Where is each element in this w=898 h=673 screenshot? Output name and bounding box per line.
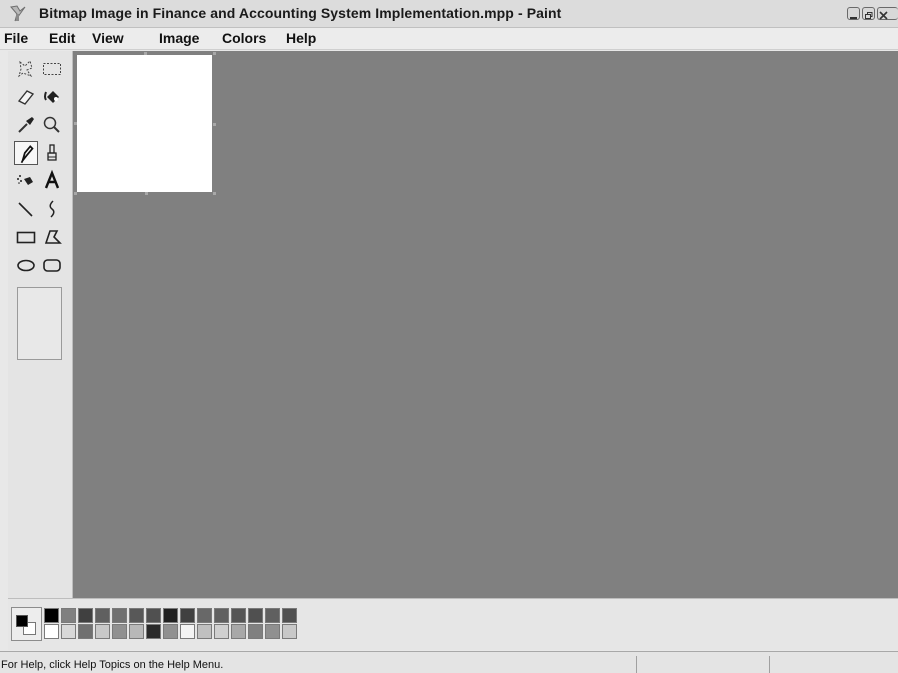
palette-swatch[interactable] [61,608,76,623]
palette-swatch[interactable] [78,624,93,639]
rectangle-select-tool[interactable] [40,57,64,81]
minimize-icon [850,17,857,19]
menu-view[interactable]: View [92,30,124,46]
palette-swatch[interactable] [180,608,195,623]
palette-swatch[interactable] [163,608,178,623]
paint-window: Bitmap Image in Finance and Accounting S… [0,0,898,673]
palette-swatch[interactable] [282,624,297,639]
pick-color-tool[interactable] [14,113,38,137]
eraser-icon [17,90,35,105]
canvas-area[interactable] [73,51,898,598]
palette-swatch[interactable] [265,624,280,639]
ellipse-tool[interactable] [14,253,38,277]
free-form-select-icon [18,60,33,78]
rectangle-icon [16,231,36,244]
palette-swatch[interactable] [231,624,246,639]
foreground-color-swatch[interactable] [16,615,28,627]
eraser-tool[interactable] [14,85,38,109]
palette-swatch[interactable] [214,624,229,639]
curve-tool[interactable] [40,197,64,221]
palette-swatch[interactable] [95,608,110,623]
restore-icon [865,12,873,19]
color-palette [44,608,300,640]
magnifier-icon [43,116,60,133]
paint-icon[interactable] [8,5,28,23]
title-bar[interactable]: Bitmap Image in Finance and Accounting S… [0,0,898,28]
minimize-button[interactable] [847,7,860,20]
resize-handle [213,52,216,55]
palette-swatch[interactable] [112,624,127,639]
brush-tool[interactable] [40,141,64,165]
close-button[interactable] [877,7,898,20]
status-divider [636,656,637,673]
status-bar: For Help, click Help Topics on the Help … [0,651,898,673]
palette-swatch[interactable] [112,608,127,623]
resize-handle [74,122,77,125]
line-icon [18,202,33,217]
palette-swatch[interactable] [265,608,280,623]
palette-swatch[interactable] [44,624,59,639]
resize-handle [74,192,77,195]
tool-options-box[interactable] [17,287,62,360]
eyedropper-icon [18,117,34,133]
menu-bar: File Edit View Image Colors Help [0,28,898,50]
palette-swatch[interactable] [44,608,59,623]
free-form-select-tool[interactable] [14,57,38,81]
resize-handle-right[interactable] [213,123,216,126]
fill-tool[interactable] [40,85,64,109]
current-colors[interactable] [11,607,42,641]
palette-swatch[interactable] [61,624,76,639]
status-divider [769,656,770,673]
resize-handle [144,52,147,55]
ellipse-icon [17,259,35,272]
status-text: For Help, click Help Topics on the Help … [1,659,224,671]
pencil-icon [20,145,34,164]
menu-image[interactable]: Image [159,30,199,46]
polygon-tool[interactable] [40,225,64,249]
magnifier-tool[interactable] [40,113,64,137]
drawing-canvas[interactable] [77,55,212,192]
menu-file[interactable]: File [4,30,28,46]
curve-icon [49,200,55,218]
palette-swatch[interactable] [146,608,161,623]
fill-bucket-icon [44,91,59,103]
palette-swatch[interactable] [197,608,212,623]
palette-swatch[interactable] [78,608,93,623]
palette-swatch[interactable] [95,624,110,639]
palette-swatch[interactable] [146,624,161,639]
palette-swatch[interactable] [197,624,212,639]
brush-icon [47,144,57,161]
palette-swatch[interactable] [214,608,229,623]
palette-swatch[interactable] [163,624,178,639]
resize-handle-bottom[interactable] [145,192,148,195]
tool-box [8,51,73,598]
line-tool[interactable] [14,197,38,221]
restore-button[interactable] [862,7,875,20]
color-box [8,598,898,650]
menu-help[interactable]: Help [286,30,316,46]
pencil-tool[interactable] [14,141,38,165]
close-icon [879,11,888,20]
palette-swatch[interactable] [231,608,246,623]
menu-colors[interactable]: Colors [222,30,266,46]
palette-swatch[interactable] [248,624,263,639]
airbrush-tool[interactable] [14,169,38,193]
palette-swatch[interactable] [129,624,144,639]
text-icon [44,169,60,189]
palette-swatch[interactable] [180,624,195,639]
palette-swatch[interactable] [282,608,297,623]
text-tool[interactable] [40,169,64,193]
polygon-icon [44,230,62,244]
rectangle-select-icon [43,63,61,75]
palette-swatch[interactable] [248,608,263,623]
menu-edit[interactable]: Edit [49,30,75,46]
rounded-rectangle-tool[interactable] [40,253,64,277]
palette-swatch[interactable] [129,608,144,623]
resize-handle-corner[interactable] [213,192,216,195]
window-title: Bitmap Image in Finance and Accounting S… [39,5,562,21]
rounded-rectangle-icon [43,259,61,272]
airbrush-icon [17,175,33,185]
rectangle-tool[interactable] [14,225,38,249]
